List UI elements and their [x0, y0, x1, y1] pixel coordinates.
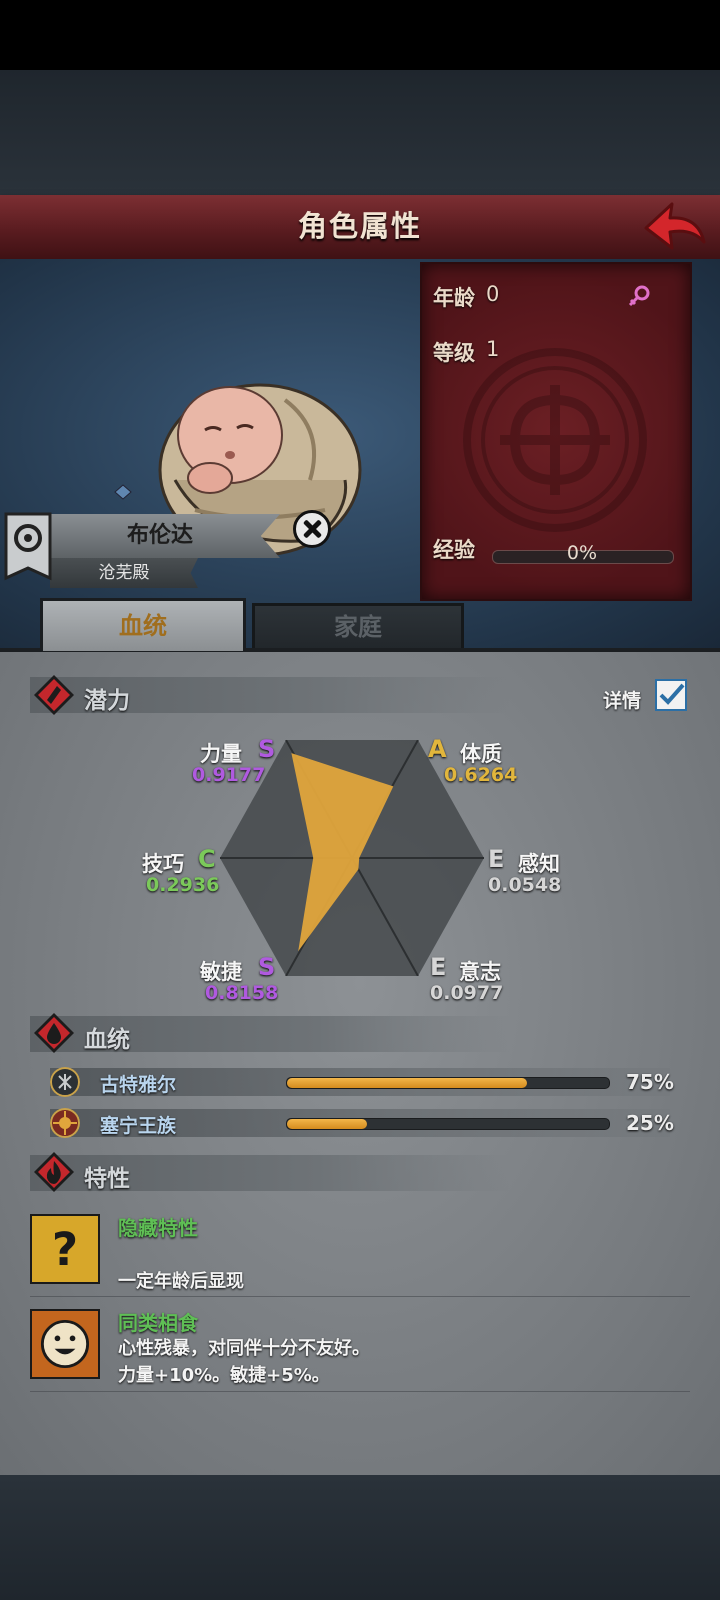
- lineage-name: 古特雅尔: [100, 1074, 177, 1096]
- details-checkbox[interactable]: [655, 679, 687, 711]
- character-name: 布伦达: [126, 523, 193, 548]
- lineage-bar-fill: [287, 1119, 367, 1129]
- lineage-bar-fill: [287, 1078, 527, 1088]
- details-label: 详情: [603, 690, 642, 712]
- trait-effect: 力量+10%。敏捷+5%。: [118, 1365, 330, 1386]
- stat-strength-value: 0.9177: [192, 764, 266, 786]
- rank-icon: [114, 484, 132, 500]
- question-mark-icon: ?: [30, 1214, 100, 1284]
- stat-will-grade: E: [430, 953, 447, 981]
- tab-lineage[interactable]: 血统: [40, 598, 246, 651]
- lineage-name: 塞宁王族: [100, 1115, 177, 1137]
- royal-emblem-icon: [50, 1108, 80, 1138]
- stat-will-value: 0.0977: [430, 982, 504, 1004]
- celtic-knot-emblem: [463, 348, 647, 532]
- female-icon: [628, 285, 650, 307]
- stat-perception-grade: E: [488, 845, 505, 873]
- trait-description: 心性残暴，对同伴十分不友好。: [118, 1338, 370, 1359]
- house-name: 沧芜殿: [98, 563, 150, 583]
- tab-family[interactable]: 家庭: [252, 603, 464, 648]
- age-value: 0: [486, 282, 500, 306]
- page-title: 角色属性: [297, 209, 422, 243]
- bloodline-title: 血统: [84, 1027, 130, 1053]
- xp-label: 经验: [433, 538, 475, 562]
- stat-constitution-value: 0.6264: [444, 764, 518, 786]
- traits-title: 特性: [84, 1166, 130, 1192]
- level-label: 等级: [433, 341, 475, 365]
- bottom-background: [0, 1475, 720, 1600]
- stat-strength-grade: S: [258, 735, 276, 763]
- clan-emblem-icon: [50, 1067, 80, 1097]
- trait-item[interactable]: 同类相食 心性残暴，对同伴十分不友好。 力量+10%。敏捷+5%。: [30, 1303, 690, 1392]
- back-arrow-icon: [644, 202, 706, 250]
- lineage-bar: [286, 1077, 610, 1089]
- age-label: 年龄: [433, 286, 475, 310]
- trait-name: 隐藏特性: [118, 1216, 198, 1240]
- svg-text:?: ?: [52, 1223, 78, 1276]
- lineage-bar: [286, 1118, 610, 1130]
- lineage-percent: 25%: [626, 1111, 674, 1135]
- trait-item[interactable]: ? 隐藏特性 一定年龄后显现: [30, 1210, 690, 1297]
- close-button[interactable]: [293, 510, 331, 548]
- checkmark-icon: [659, 683, 685, 705]
- level-value: 1: [486, 337, 500, 361]
- blood-drop-icon: [34, 1013, 74, 1053]
- stat-agility-value: 0.8158: [205, 982, 279, 1004]
- xp-value: 0%: [566, 542, 598, 564]
- potential-icon: [34, 675, 74, 715]
- top-background: [0, 70, 720, 195]
- smiley-icon: [30, 1309, 100, 1379]
- trait-name: 同类相食: [118, 1311, 198, 1335]
- stat-constitution-grade: A: [428, 735, 447, 763]
- lineage-percent: 75%: [626, 1070, 674, 1094]
- trait-description: 一定年龄后显现: [118, 1271, 244, 1292]
- stat-skill-value: 0.2936: [146, 874, 220, 896]
- family-crest-icon: [4, 512, 52, 581]
- fire-icon: [34, 1152, 74, 1192]
- stat-skill-grade: C: [198, 845, 216, 873]
- back-button[interactable]: [640, 198, 710, 256]
- stat-agility-grade: S: [258, 953, 276, 981]
- potential-title: 潜力: [84, 688, 130, 714]
- stat-perception-value: 0.0548: [488, 874, 562, 896]
